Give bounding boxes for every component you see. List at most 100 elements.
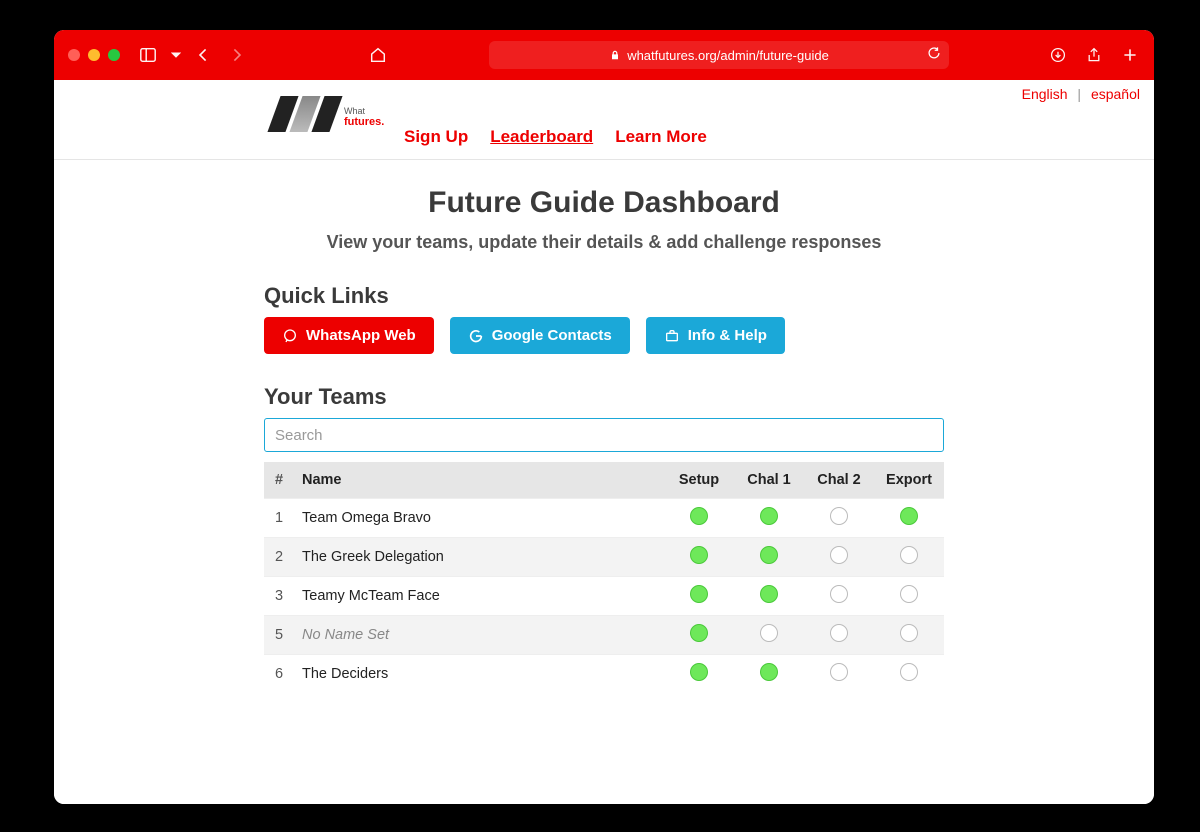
- status-dot: [900, 624, 918, 642]
- cell-num: 3: [264, 577, 294, 616]
- status-dot: [760, 624, 778, 642]
- cell-name: The Greek Delegation: [294, 538, 664, 577]
- minimize-window-button[interactable]: [88, 49, 100, 61]
- cell-chal1: [734, 499, 804, 538]
- status-dot: [830, 663, 848, 681]
- col-name: Name: [294, 462, 664, 499]
- table-row[interactable]: 5No Name Set: [264, 616, 944, 655]
- page-subtitle: View your teams, update their details & …: [264, 232, 944, 253]
- nav-leaderboard[interactable]: Leaderboard: [490, 127, 593, 147]
- status-dot: [760, 507, 778, 525]
- top-nav: What futures. Sign Up Leaderboard Learn …: [54, 102, 1154, 160]
- logo-text-1: What: [344, 106, 365, 116]
- cell-export: [874, 655, 944, 694]
- main-content: Future Guide Dashboard View your teams, …: [264, 160, 944, 693]
- whatsapp-web-button[interactable]: WhatsApp Web: [264, 317, 434, 354]
- cell-setup: [664, 538, 734, 577]
- whatsapp-icon: [282, 328, 298, 344]
- lang-english[interactable]: English: [1022, 86, 1068, 102]
- share-icon[interactable]: [1084, 45, 1104, 65]
- table-row[interactable]: 6The Deciders: [264, 655, 944, 694]
- nav-signup[interactable]: Sign Up: [404, 127, 468, 147]
- col-num: #: [264, 462, 294, 499]
- whatsapp-label: WhatsApp Web: [306, 327, 416, 344]
- browser-chrome: whatfutures.org/admin/future-guide: [54, 30, 1154, 80]
- cell-num: 5: [264, 616, 294, 655]
- col-chal2: Chal 2: [804, 462, 874, 499]
- window-controls: [68, 49, 120, 61]
- search-input[interactable]: [264, 418, 944, 452]
- cell-chal2: [804, 499, 874, 538]
- google-contacts-button[interactable]: Google Contacts: [450, 317, 630, 354]
- cell-num: 2: [264, 538, 294, 577]
- maximize-window-button[interactable]: [108, 49, 120, 61]
- status-dot: [760, 663, 778, 681]
- browser-window: whatfutures.org/admin/future-guide Engli…: [54, 30, 1154, 804]
- page-body: English | español What futures. Sign Up …: [54, 80, 1154, 804]
- language-switcher: English | español: [54, 80, 1154, 102]
- table-row[interactable]: 3Teamy McTeam Face: [264, 577, 944, 616]
- cell-name: The Deciders: [294, 655, 664, 694]
- cell-chal1: [734, 655, 804, 694]
- lock-icon: [609, 49, 621, 61]
- quick-links-heading: Quick Links: [264, 283, 944, 309]
- status-dot: [900, 546, 918, 564]
- nav-learnmore[interactable]: Learn More: [615, 127, 707, 147]
- status-dot: [830, 624, 848, 642]
- cell-chal1: [734, 577, 804, 616]
- table-row[interactable]: 2The Greek Delegation: [264, 538, 944, 577]
- your-teams-heading: Your Teams: [264, 384, 944, 410]
- status-dot: [760, 546, 778, 564]
- status-dot: [830, 585, 848, 603]
- downloads-icon[interactable]: [1048, 45, 1068, 65]
- cell-name: Team Omega Bravo: [294, 499, 664, 538]
- close-window-button[interactable]: [68, 49, 80, 61]
- status-dot: [690, 663, 708, 681]
- status-dot: [690, 507, 708, 525]
- status-dot: [690, 624, 708, 642]
- quick-links: WhatsApp Web Google Contacts Info & Help: [264, 317, 944, 354]
- google-label: Google Contacts: [492, 327, 612, 344]
- status-dot: [900, 663, 918, 681]
- cell-chal2: [804, 577, 874, 616]
- back-button[interactable]: [194, 45, 214, 65]
- status-dot: [830, 546, 848, 564]
- status-dot: [760, 585, 778, 603]
- cell-export: [874, 538, 944, 577]
- cell-num: 6: [264, 655, 294, 694]
- cell-name: No Name Set: [294, 616, 664, 655]
- teams-table: # Name Setup Chal 1 Chal 2 Export 1Team …: [264, 462, 944, 693]
- page-title: Future Guide Dashboard: [264, 186, 944, 220]
- cell-name: Teamy McTeam Face: [294, 577, 664, 616]
- col-export: Export: [874, 462, 944, 499]
- tab-dropdown-icon[interactable]: [170, 45, 182, 65]
- briefcase-icon: [664, 328, 680, 344]
- sidebar-toggle-icon[interactable]: [138, 45, 158, 65]
- lang-spanish[interactable]: español: [1091, 86, 1140, 102]
- table-row[interactable]: 1Team Omega Bravo: [264, 499, 944, 538]
- cell-export: [874, 577, 944, 616]
- col-chal1: Chal 1: [734, 462, 804, 499]
- col-setup: Setup: [664, 462, 734, 499]
- info-help-button[interactable]: Info & Help: [646, 317, 785, 354]
- logo-text-2: futures.: [344, 116, 384, 128]
- refresh-icon[interactable]: [927, 46, 941, 63]
- url-bar[interactable]: whatfutures.org/admin/future-guide: [489, 41, 949, 69]
- google-icon: [468, 328, 484, 344]
- home-icon[interactable]: [368, 45, 388, 65]
- cell-setup: [664, 577, 734, 616]
- status-dot: [830, 507, 848, 525]
- cell-chal2: [804, 538, 874, 577]
- new-tab-icon[interactable]: [1120, 45, 1140, 65]
- cell-chal2: [804, 616, 874, 655]
- forward-button[interactable]: [226, 45, 246, 65]
- cell-chal1: [734, 538, 804, 577]
- status-dot: [900, 507, 918, 525]
- table-header-row: # Name Setup Chal 1 Chal 2 Export: [264, 462, 944, 499]
- cell-setup: [664, 655, 734, 694]
- site-logo[interactable]: What futures.: [274, 96, 374, 140]
- cell-export: [874, 616, 944, 655]
- status-dot: [900, 585, 918, 603]
- status-dot: [690, 546, 708, 564]
- cell-setup: [664, 499, 734, 538]
